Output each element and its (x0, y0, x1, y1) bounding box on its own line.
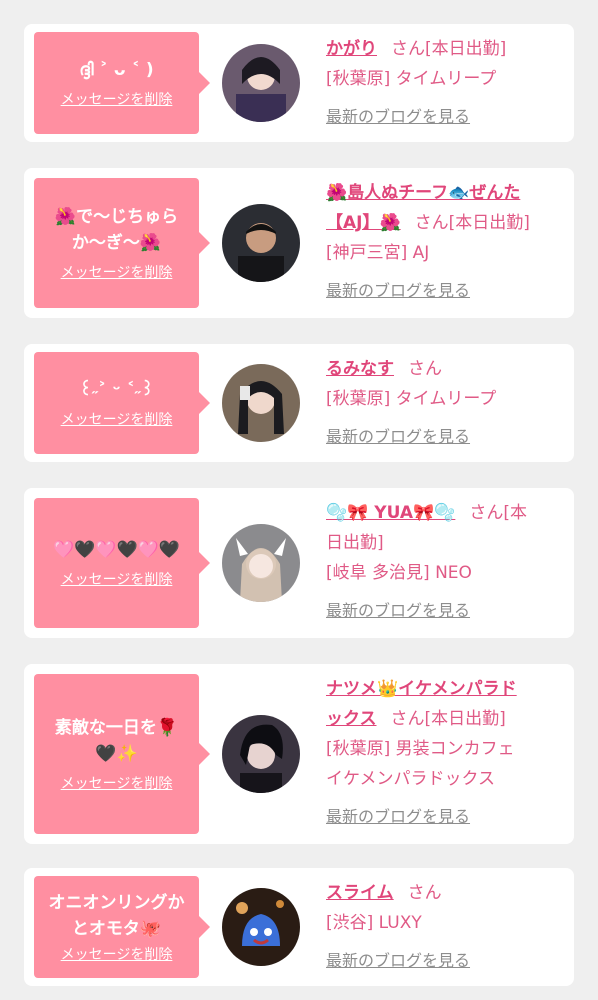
blog-link[interactable]: 最新のブログを見る (326, 804, 564, 830)
san-label: さん (391, 39, 425, 59)
san-label: さん (469, 503, 504, 523)
blog-link[interactable]: 最新のブログを見る (326, 948, 564, 974)
san-label: さん (414, 213, 449, 233)
cast-name-link[interactable]: スライム (326, 883, 394, 903)
blog-link[interactable]: 最新のブログを見る (326, 598, 564, 624)
status-text: 日出勤] (326, 533, 384, 553)
delete-message-link[interactable]: メッセージを削除 (61, 89, 173, 109)
avatar[interactable] (222, 715, 300, 793)
blog-link[interactable]: 最新のブログを見る (326, 278, 564, 304)
status-text: [本 (503, 503, 527, 523)
avatar[interactable] (222, 44, 300, 122)
blog-link[interactable]: 最新のブログを見る (326, 104, 564, 130)
cast-name-link[interactable]: かがり (326, 39, 377, 59)
message-bubble: ദ്ദി ˃ ᴗ ˂ ) メッセージを削除 (34, 32, 210, 134)
location-text: [秋葉原] タイムリープ (326, 69, 497, 89)
cast-name-link[interactable]: ナツメ👑イケメンパラド (326, 679, 517, 699)
location-text: [秋葉原] タイムリープ (326, 389, 497, 409)
location-text: [秋葉原] 男装コンカフェ (326, 739, 515, 759)
message-bubble: オニオンリングか とオモタ🐙 メッセージを削除 (34, 876, 210, 978)
message-text: 🩷🖤🩷🖤🩷🖤 (52, 540, 180, 560)
cast-name-link[interactable]: ックス (326, 709, 377, 729)
message-card: オニオンリングか とオモタ🐙 メッセージを削除 スライム さん [渋谷] LUXY… (24, 868, 574, 986)
location-text: [渋谷] LUXY (326, 913, 422, 933)
message-bubble: 🌺で〜じちゅら か〜ぎ〜🌺 メッセージを削除 (34, 178, 210, 308)
message-card: 🌺で〜じちゅら か〜ぎ〜🌺 メッセージを削除 🌺島人ぬチーフ🐟ぜんた 【AJ】🌺… (24, 168, 574, 318)
message-text: とオモタ🐙 (71, 919, 162, 939)
message-text: オニオンリングか (48, 893, 185, 913)
message-card: ꒰˶˃ ᵕ ˂˶꒱ メッセージを削除 るみなす さん [秋葉原] タイムリープ 最… (24, 344, 574, 462)
cast-info: 🌺島人ぬチーフ🐟ぜんた 【AJ】🌺 さん[本日出勤] [神戸三宮] AJ 最新のブ… (326, 178, 564, 304)
message-card: 素敵な一日を🌹 🖤✨ メッセージを削除 ナツメ👑イケメンパラド ックス さん[本日… (24, 664, 574, 844)
avatar[interactable] (222, 364, 300, 442)
cast-info: かがり さん[本日出勤] [秋葉原] タイムリープ 最新のブログを見る (326, 34, 564, 130)
avatar[interactable] (222, 888, 300, 966)
message-text: ദ്ദി ˃ ᴗ ˂ ) (79, 60, 154, 80)
cast-info: 🫧🎀 YUA🎀🫧 さん[本 日出勤] [岐阜 多治見] NEO 最新のブログを見る (326, 498, 564, 624)
status-text: [本日出勤] (424, 709, 506, 729)
cast-info: ナツメ👑イケメンパラド ックス さん[本日出勤] [秋葉原] 男装コンカフェ イケ… (326, 674, 564, 830)
message-text: か〜ぎ〜🌺 (71, 233, 162, 253)
cast-name-link[interactable]: 【AJ】🌺 (326, 213, 401, 233)
message-text: 素敵な一日を🌹 (54, 718, 179, 738)
avatar[interactable] (222, 204, 300, 282)
message-list: ദ്ദി ˃ ᴗ ˂ ) メッセージを削除 かがり さん[本日出勤] [秋葉原] … (0, 0, 598, 1000)
delete-message-link[interactable]: メッセージを削除 (61, 944, 173, 964)
san-label: さん (407, 883, 442, 903)
message-card: 🩷🖤🩷🖤🩷🖤 メッセージを削除 🫧🎀 YUA🎀🫧 さん[本 日出勤] [岐阜 多治… (24, 488, 574, 638)
delete-message-link[interactable]: メッセージを削除 (61, 569, 173, 589)
delete-message-link[interactable]: メッセージを削除 (61, 773, 173, 793)
message-card: ദ്ദി ˃ ᴗ ˂ ) メッセージを削除 かがり さん[本日出勤] [秋葉原] … (24, 24, 574, 142)
cast-name-link[interactable]: 🫧🎀 YUA🎀🫧 (326, 503, 455, 523)
message-text: ꒰˶˃ ᵕ ˂˶꒱ (78, 380, 154, 400)
cast-info: スライム さん [渋谷] LUXY 最新のブログを見る (326, 878, 564, 974)
avatar[interactable] (222, 524, 300, 602)
message-bubble: 🩷🖤🩷🖤🩷🖤 メッセージを削除 (34, 498, 210, 628)
cast-name-link[interactable]: 🌺島人ぬチーフ🐟ぜんた (326, 183, 520, 203)
message-bubble: ꒰˶˃ ᵕ ˂˶꒱ メッセージを削除 (34, 352, 210, 454)
message-bubble: 素敵な一日を🌹 🖤✨ メッセージを削除 (34, 674, 210, 834)
location-text: [神戸三宮] AJ (326, 243, 430, 263)
location-text: [岐阜 多治見] NEO (326, 563, 472, 583)
san-label: さん (408, 359, 442, 379)
blog-link[interactable]: 最新のブログを見る (326, 424, 564, 450)
status-text: [本日出勤] (448, 213, 530, 233)
status-text: [本日出勤] (425, 39, 507, 59)
message-text: 🌺で〜じちゅら (54, 207, 179, 227)
cast-name-link[interactable]: るみなす (326, 359, 394, 379)
delete-message-link[interactable]: メッセージを削除 (61, 409, 173, 429)
message-text: 🖤✨ (95, 744, 138, 764)
delete-message-link[interactable]: メッセージを削除 (61, 262, 173, 282)
cast-info: るみなす さん [秋葉原] タイムリープ 最新のブログを見る (326, 354, 564, 450)
san-label: さん (390, 709, 425, 729)
location-text: イケメンパラドックス (326, 769, 495, 789)
